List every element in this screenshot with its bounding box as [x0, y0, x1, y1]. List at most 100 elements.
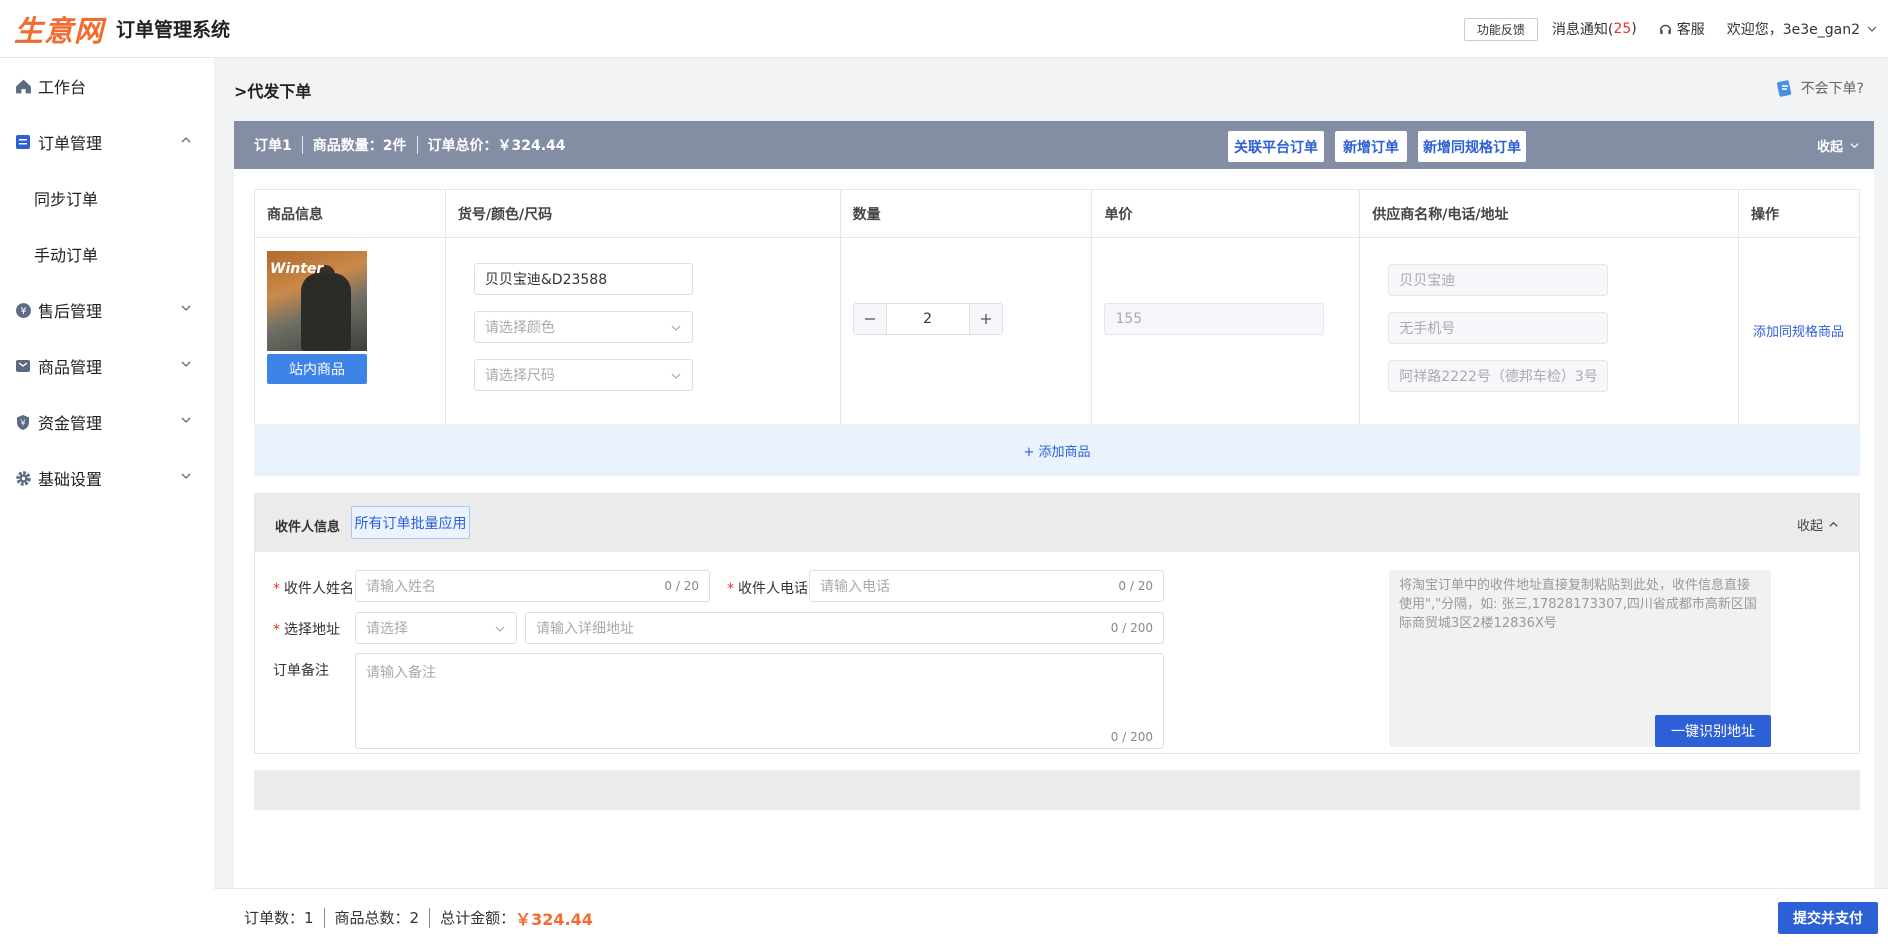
quantity-cell: 2: [839, 237, 1093, 426]
sidebar-item-orders[interactable]: 订单管理: [0, 114, 214, 170]
sku-input[interactable]: 贝贝宝迪&D23588: [473, 263, 693, 295]
chevron-down-icon: [1849, 140, 1860, 151]
divider: [323, 907, 325, 928]
service-label: 客服: [1676, 22, 1705, 38]
app-title: 订单管理系统: [116, 19, 231, 41]
address-region-select[interactable]: 请选择: [355, 612, 517, 644]
address-select-placeholder: 请选择: [366, 621, 408, 637]
address-detail-input[interactable]: 请输入详细地址 0 / 200: [525, 612, 1164, 644]
name-count: 0 / 20: [664, 579, 699, 593]
column-header: 操作: [1738, 189, 1860, 238]
sku-cell: 贝贝宝迪&D23588 请选择颜色 请选择尺码: [444, 237, 841, 426]
sidebar-item-label: 订单管理: [38, 134, 103, 153]
phone-label: * 收件人电话: [727, 578, 808, 598]
add-product-button[interactable]: + 添加商品: [254, 424, 1860, 476]
name-placeholder: 请输入姓名: [366, 579, 436, 595]
receiver-collapse-toggle[interactable]: 收起: [1797, 515, 1839, 534]
service-link[interactable]: 客服: [1659, 19, 1705, 39]
sidebar-item-label: 售后管理: [38, 302, 103, 321]
chevron-down-icon: [494, 623, 506, 635]
sidebar-item-sync-orders[interactable]: 同步订单: [0, 170, 214, 226]
receiver-phone-input[interactable]: 请输入电话 0 / 20: [809, 570, 1164, 602]
total-amount: ￥324.44: [515, 909, 593, 929]
receiver-section: 收件人信息 所有订单批量应用 收起 * 收件人姓名 请输入姓名 0 / 20 * 收…: [254, 493, 1860, 754]
sidebar-item-manual-orders[interactable]: 手动订单: [0, 226, 214, 282]
notice-count: 25: [1613, 21, 1632, 37]
table-header-row: 商品信息 货号/颜色/尺码 数量 单价 供应商名称/电话/地址 操作: [254, 189, 1860, 238]
next-receiver-section: [254, 770, 1860, 810]
home-icon: [14, 77, 32, 95]
add-same-spec-product-link[interactable]: 添加同规格商品: [1753, 321, 1844, 340]
address-paste-box[interactable]: 将淘宝订单中的收件地址直接复制粘贴到此处，收件信息直接使用","分隔，如: 张三…: [1389, 570, 1771, 747]
supplier-address-value: 阿祥路2222号（德邦车检）3号: [1399, 369, 1598, 385]
order-count: 订单数：1: [244, 909, 314, 927]
receiver-name-input[interactable]: 请输入姓名 0 / 20: [355, 570, 710, 602]
order-collapse-toggle[interactable]: 收起: [1817, 136, 1860, 155]
address-label-text: 选择地址: [284, 622, 340, 638]
welcome-label: 欢迎您，3e3e_gan2: [1726, 22, 1860, 38]
chevron-down-icon: [670, 370, 682, 382]
sidebar-item-label: 工作台: [38, 78, 87, 97]
sidebar-item-label: 商品管理: [38, 358, 103, 377]
notice-link[interactable]: 消息通知(25): [1552, 19, 1637, 39]
required-mark: *: [273, 622, 280, 638]
goods-count: 商品总数：2: [334, 909, 420, 927]
phone-count: 0 / 20: [1118, 579, 1153, 593]
add-order-button[interactable]: 新增订单: [1335, 131, 1407, 162]
supplier-cell: 贝贝宝迪 无手机号 阿祥路2222号（德邦车检）3号: [1359, 237, 1740, 426]
sidebar-item-aftersale[interactable]: ¥ 售后管理: [0, 282, 214, 338]
feedback-button[interactable]: 功能反馈: [1463, 17, 1538, 41]
logo[interactable]: 生意网 订单管理系统: [14, 8, 230, 50]
product-info-cell: Winter 站内商品: [254, 237, 446, 426]
unit-price-input: 155: [1104, 303, 1325, 335]
phone-placeholder: 请输入电话: [820, 579, 890, 595]
color-select[interactable]: 请选择颜色: [473, 311, 693, 343]
required-mark: *: [727, 581, 734, 597]
order-qty: 商品数量：2件: [312, 138, 407, 154]
sidebar-item-settings[interactable]: 基础设置: [0, 450, 214, 506]
table-row: Winter 站内商品 贝贝宝迪&D23588 请选择颜色 请选择尺码 2 15…: [254, 237, 1860, 426]
column-header: 货号/颜色/尺码: [444, 189, 841, 238]
summary-bar: 订单数：1 商品总数：2 总计金额： ￥324.44 提交并支付: [214, 888, 1888, 946]
submit-pay-button[interactable]: 提交并支付: [1778, 902, 1878, 934]
link-platform-order-button[interactable]: 关联平台订单: [1228, 131, 1324, 162]
action-cell: 添加同规格商品: [1738, 237, 1860, 426]
supplier-address-input: 阿祥路2222号（德邦车检）3号: [1388, 360, 1609, 392]
supplier-phone-input: 无手机号: [1388, 312, 1609, 344]
chevron-down-icon: [670, 322, 682, 334]
help-link[interactable]: 不会下单?: [1775, 78, 1864, 98]
column-header: 数量: [839, 189, 1093, 238]
minus-icon: [864, 318, 875, 320]
product-image[interactable]: Winter: [267, 251, 367, 351]
remark-placeholder: 请输入备注: [366, 665, 436, 681]
order-icon: [14, 133, 32, 151]
in-site-product-tag[interactable]: 站内商品: [267, 354, 367, 384]
sidebar-item-funds[interactable]: ¥ 资金管理: [0, 394, 214, 450]
add-same-spec-order-button[interactable]: 新增同规格订单: [1418, 131, 1526, 162]
sidebar-item-goods[interactable]: 商品管理: [0, 338, 214, 394]
address-detail-placeholder: 请输入详细地址: [536, 621, 634, 637]
address-label: * 选择地址: [273, 619, 340, 639]
chevron-down-icon: [180, 358, 192, 370]
quantity-value[interactable]: 2: [885, 304, 970, 334]
aftersale-icon: ¥: [14, 301, 32, 319]
name-label-text: 收件人姓名: [284, 581, 354, 597]
divider: [416, 136, 418, 154]
batch-apply-button[interactable]: 所有订单批量应用: [351, 506, 470, 539]
column-header: 商品信息: [254, 189, 446, 238]
receiver-header: 收件人信息 所有订单批量应用 收起: [255, 494, 1859, 552]
phone-label-text: 收件人电话: [738, 581, 808, 597]
supplier-name-value: 贝贝宝迪: [1399, 273, 1456, 289]
user-menu[interactable]: 欢迎您，3e3e_gan2: [1727, 19, 1878, 39]
chevron-down-icon: [180, 302, 192, 314]
page-title: >代发下单: [234, 82, 312, 101]
collapse-label: 收起: [1816, 140, 1843, 155]
chevron-down-icon: [180, 414, 192, 426]
decrement-button[interactable]: [853, 304, 886, 334]
increment-button[interactable]: [969, 304, 1002, 334]
sidebar-item-workbench[interactable]: 工作台: [0, 58, 214, 114]
remark-textarea[interactable]: 请输入备注 0 / 200: [355, 653, 1164, 749]
top-bar: 生意网 订单管理系统 功能反馈 消息通知(25) 客服 欢迎您，3e3e_gan…: [0, 0, 1888, 58]
size-select[interactable]: 请选择尺码: [473, 359, 693, 391]
parse-address-button[interactable]: 一键识别地址: [1655, 715, 1771, 747]
